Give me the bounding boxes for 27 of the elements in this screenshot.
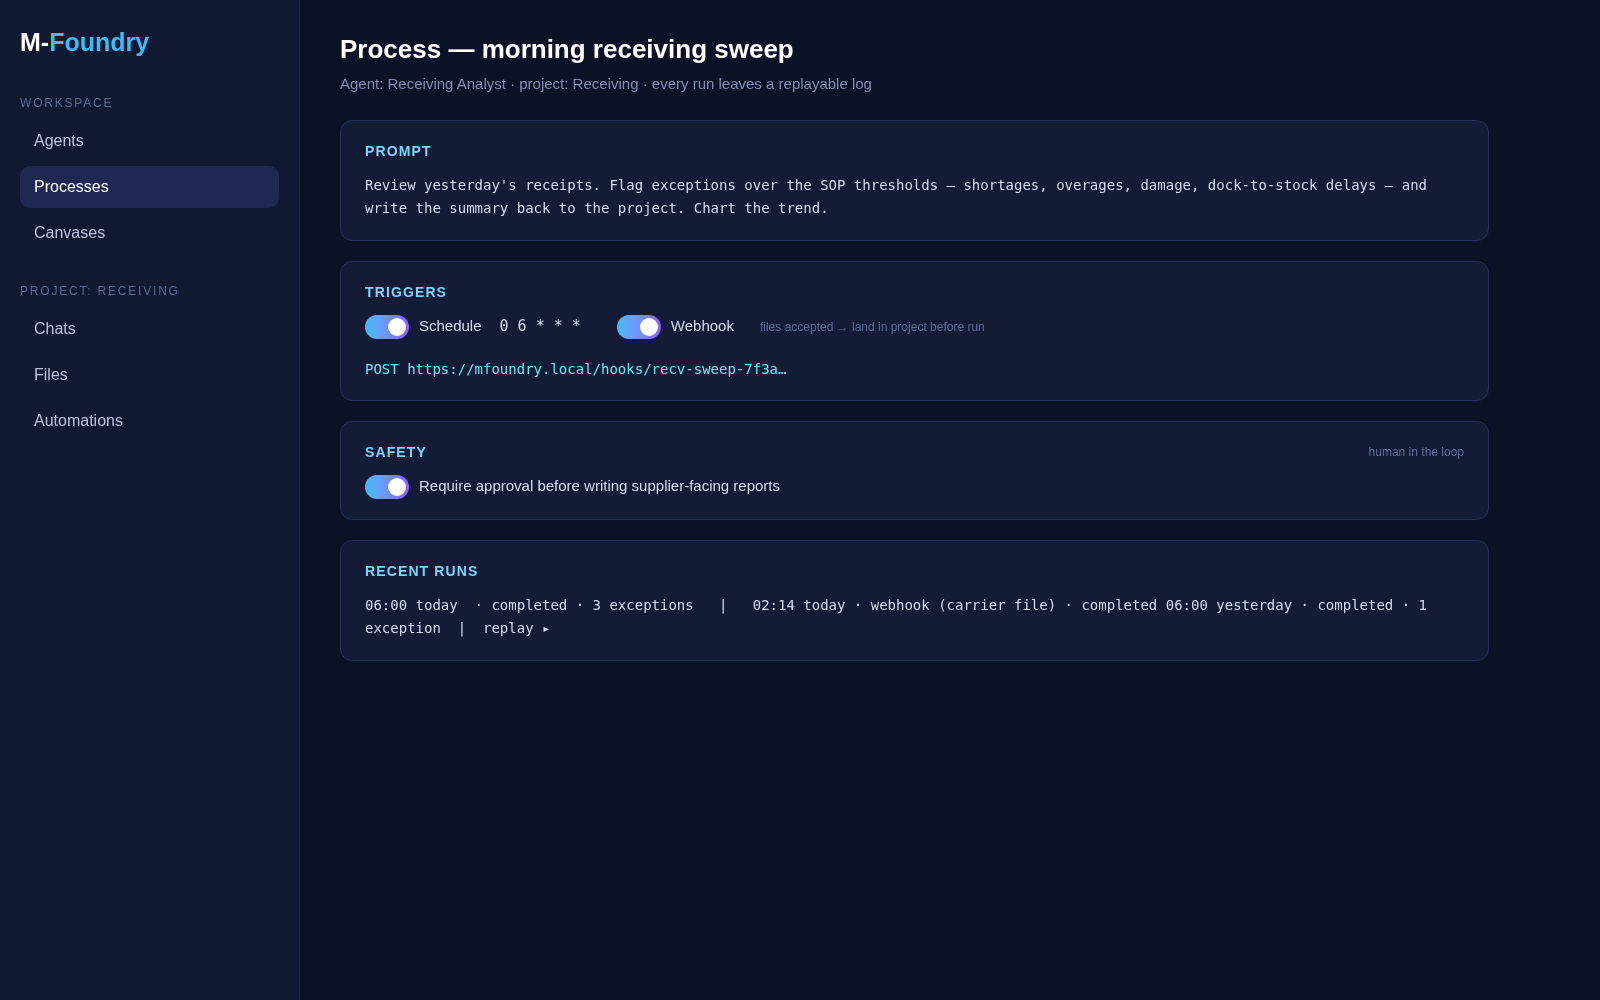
toggle-switch[interactable] bbox=[365, 314, 409, 339]
runs-log: 06:00 today · completed · 3 exceptions | 02:14 today · webhook (carrier file) · completed 06:00 yesterday · completed · 1 exception | replay ▸ bbox=[365, 595, 1429, 639]
toggle-switch[interactable] bbox=[365, 474, 409, 499]
nav-item[interactable]: Canvases bbox=[20, 211, 279, 254]
page-title: Process — morning receiving sweep bbox=[340, 33, 795, 66]
nav-item[interactable]: Files bbox=[20, 353, 279, 396]
nav-item[interactable]: Chats bbox=[20, 307, 279, 350]
section-heading: RECENT RUNS bbox=[365, 561, 480, 581]
nav-item[interactable]: Processes bbox=[20, 165, 279, 208]
cron-expression: 0 6 * * * bbox=[499, 316, 581, 338]
page-subtitle: Agent: Receiving Analyst · project: Receiving · every run leaves a replayable log bbox=[340, 74, 873, 94]
section-heading: SAFETY bbox=[365, 442, 427, 462]
section-heading: TRIGGERS bbox=[365, 282, 449, 302]
hint-text: human in the loop bbox=[1368, 444, 1464, 461]
toggle-label: Require approval before writing supplier-facing reports bbox=[419, 476, 781, 497]
webhook-url: POST https://mfoundry.local/hooks/recv-sweep-7f3a… bbox=[365, 359, 787, 379]
brand-logo: M-Foundry bbox=[20, 27, 151, 58]
toggle-label: Webhook bbox=[670, 316, 734, 337]
section-label: WORKSPACE bbox=[20, 94, 115, 112]
toggle-label: Schedule bbox=[419, 316, 482, 337]
section-label: PROJECT: RECEIVING bbox=[20, 282, 181, 300]
section-heading: PROMPT bbox=[365, 141, 433, 161]
nav-item[interactable]: Agents bbox=[20, 119, 279, 162]
hint-text: files accepted → land in project before run bbox=[759, 318, 985, 336]
nav-item[interactable]: Automations bbox=[20, 399, 279, 442]
toggle-switch[interactable] bbox=[616, 314, 661, 339]
prompt-text: Review yesterday's receipts. Flag exceptions over the SOP thresholds — shortages, overages, damage, dock-to-stock delays — and write the summary back to the project. Chart the trend. bbox=[365, 175, 1429, 218]
